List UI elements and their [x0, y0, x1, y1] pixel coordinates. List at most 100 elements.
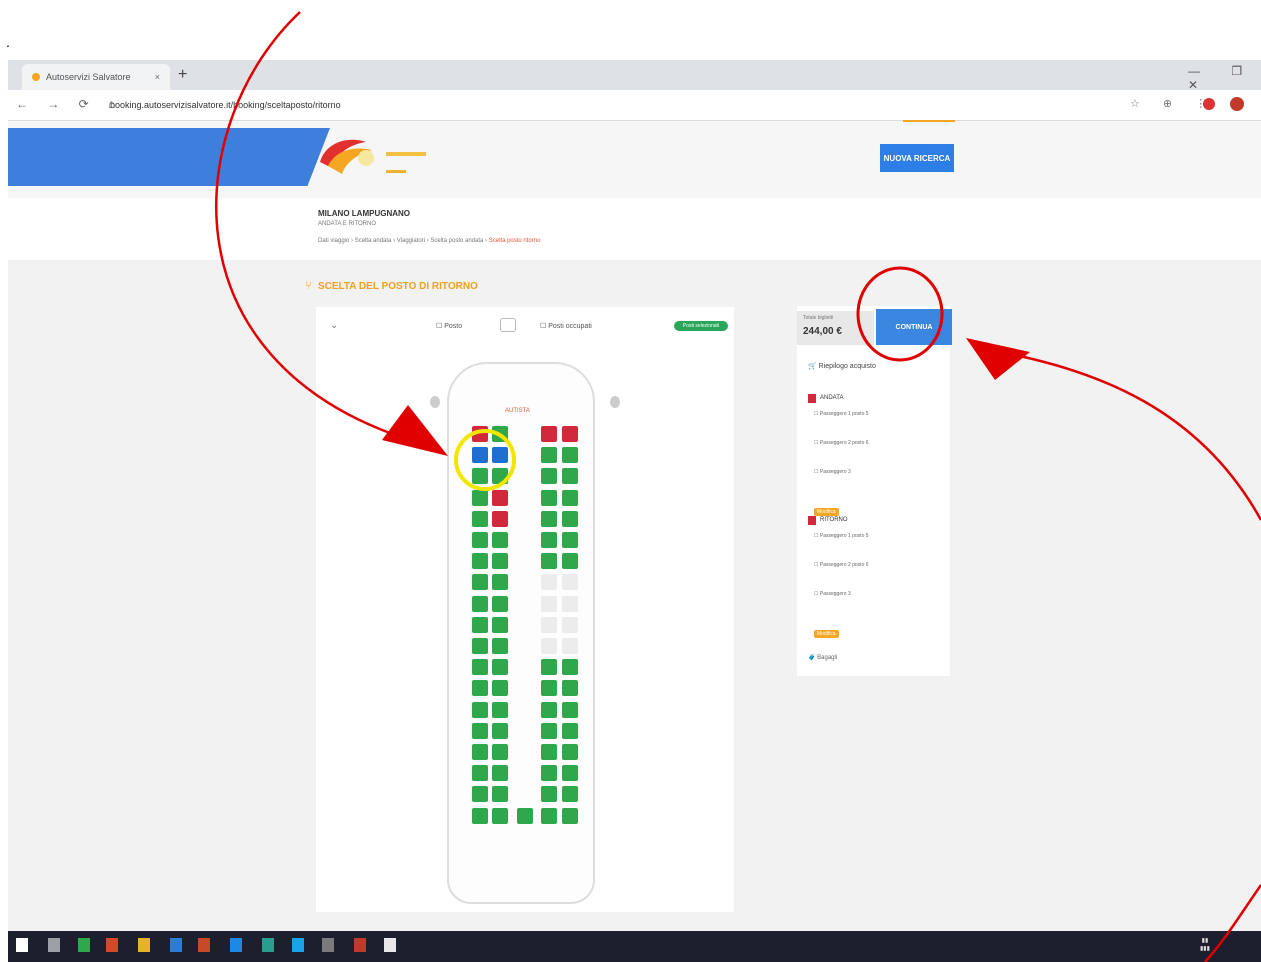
seat-free[interactable]: [492, 744, 508, 760]
chevron-down-icon[interactable]: ⌄: [330, 320, 338, 331]
breadcrumb-item[interactable]: Scelta posto andata: [430, 238, 483, 244]
seat-free[interactable]: [562, 532, 578, 548]
seat-free[interactable]: [562, 489, 578, 506]
passenger-label: Passeggero 1 posto 5: [819, 533, 869, 539]
notes-icon[interactable]: [138, 938, 150, 952]
new-tab-button[interactable]: +: [178, 66, 187, 84]
seat-free[interactable]: [541, 659, 557, 676]
seat-free[interactable]: [541, 765, 557, 782]
seat-free[interactable]: [492, 765, 508, 782]
seat-free[interactable]: [492, 701, 508, 718]
seat-free[interactable]: [562, 659, 578, 676]
seat-free[interactable]: [562, 510, 578, 527]
seat-free[interactable]: [472, 659, 488, 676]
seat-free[interactable]: [492, 659, 508, 676]
seat-free[interactable]: [492, 638, 508, 654]
word-icon[interactable]: [170, 938, 182, 952]
seat-free[interactable]: [492, 807, 508, 824]
seat-free[interactable]: [541, 553, 557, 570]
seat-free[interactable]: [541, 680, 557, 697]
seat-free[interactable]: [472, 765, 488, 782]
company-logo[interactable]: [314, 132, 434, 180]
seat-free[interactable]: [541, 722, 557, 739]
seat-free[interactable]: [472, 468, 488, 485]
excel-icon[interactable]: [78, 938, 90, 952]
seat-free[interactable]: [562, 553, 578, 570]
start-icon[interactable]: [16, 938, 28, 952]
seat-free[interactable]: [472, 744, 488, 760]
seat-free[interactable]: [472, 722, 488, 739]
seat-free[interactable]: [472, 638, 488, 654]
url-field[interactable]: booking.autoservizisalvatore.it/booking/…: [110, 96, 1090, 114]
seat-free[interactable]: [541, 447, 557, 464]
seat-free[interactable]: [541, 489, 557, 506]
seat-free[interactable]: [562, 744, 578, 760]
breadcrumb-item[interactable]: Dati viaggio: [318, 238, 349, 244]
seat-unavailable: [562, 616, 578, 633]
breadcrumb-item[interactable]: Scelta andata: [355, 238, 392, 244]
navigation-buttons[interactable]: ← → ⟳ ⌂: [16, 97, 123, 111]
seat-free[interactable]: [472, 786, 488, 803]
seat-free[interactable]: [562, 447, 578, 464]
seat-free[interactable]: [562, 701, 578, 718]
seat-free[interactable]: [562, 722, 578, 739]
window-controls[interactable]: — ❐ ✕: [1188, 64, 1261, 92]
seat-free[interactable]: [562, 765, 578, 782]
seat-free[interactable]: [472, 701, 488, 718]
seat-free[interactable]: [472, 574, 488, 591]
seat-free[interactable]: [492, 680, 508, 697]
seat-free[interactable]: [472, 532, 488, 548]
seat-free[interactable]: [472, 595, 488, 612]
settings-icon[interactable]: [322, 938, 334, 952]
legend-occupied-label: Posti occupati: [548, 323, 592, 330]
browser-tab[interactable]: Autoservizi Salvatore ×: [22, 64, 170, 90]
seat-free[interactable]: [492, 532, 508, 548]
seat-free[interactable]: [472, 553, 488, 570]
seat-free[interactable]: [562, 807, 578, 824]
edge-icon[interactable]: [262, 938, 274, 952]
extension-stop-icon[interactable]: [1203, 98, 1215, 110]
seat-selected[interactable]: [492, 447, 508, 464]
seat-free[interactable]: [541, 532, 557, 548]
breadcrumb-item[interactable]: Viaggiatori: [397, 238, 425, 244]
seat-free[interactable]: [492, 786, 508, 803]
edit-badge[interactable]: Modifica: [814, 500, 839, 518]
powerpoint-icon[interactable]: [106, 938, 118, 952]
seat-free[interactable]: [562, 786, 578, 803]
close-tab-icon[interactable]: ×: [155, 72, 160, 82]
seat-free[interactable]: [541, 701, 557, 718]
seat-free[interactable]: [492, 616, 508, 633]
acrobat-icon[interactable]: [198, 938, 210, 952]
explorer-icon[interactable]: [230, 938, 242, 952]
seat-selected[interactable]: [472, 447, 488, 464]
seat-free[interactable]: [492, 468, 508, 485]
files-icon[interactable]: [384, 938, 396, 952]
ie-icon[interactable]: [292, 938, 304, 952]
seat-free[interactable]: [492, 595, 508, 612]
seat-free[interactable]: [517, 807, 533, 824]
seat-free[interactable]: [562, 468, 578, 485]
chrome-icon[interactable]: [354, 938, 366, 952]
seat-free[interactable]: [492, 722, 508, 739]
seat-free[interactable]: [472, 616, 488, 633]
continue-button[interactable]: CONTINUA: [876, 309, 952, 345]
seat-free[interactable]: [492, 426, 508, 442]
seat-free[interactable]: [562, 680, 578, 697]
seat-free[interactable]: [541, 807, 557, 824]
new-search-button[interactable]: NUOVA RICERCA: [880, 144, 954, 172]
seat-free[interactable]: [472, 489, 488, 506]
seat-free[interactable]: [541, 510, 557, 527]
seat-free[interactable]: [472, 510, 488, 527]
bus-toggle-icon[interactable]: [500, 318, 516, 332]
profile-avatar[interactable]: [1230, 97, 1244, 111]
seat-free[interactable]: [541, 786, 557, 803]
seat-free[interactable]: [492, 553, 508, 570]
seat-free[interactable]: [541, 468, 557, 485]
task-view-icon[interactable]: [48, 938, 60, 952]
edit-badge[interactable]: Modifica: [814, 622, 839, 640]
system-clock[interactable]: ▮▮ ▮▮▮: [1200, 937, 1210, 953]
seat-free[interactable]: [541, 744, 557, 760]
seat-free[interactable]: [472, 680, 488, 697]
seat-free[interactable]: [492, 574, 508, 591]
seat-free[interactable]: [472, 807, 488, 824]
